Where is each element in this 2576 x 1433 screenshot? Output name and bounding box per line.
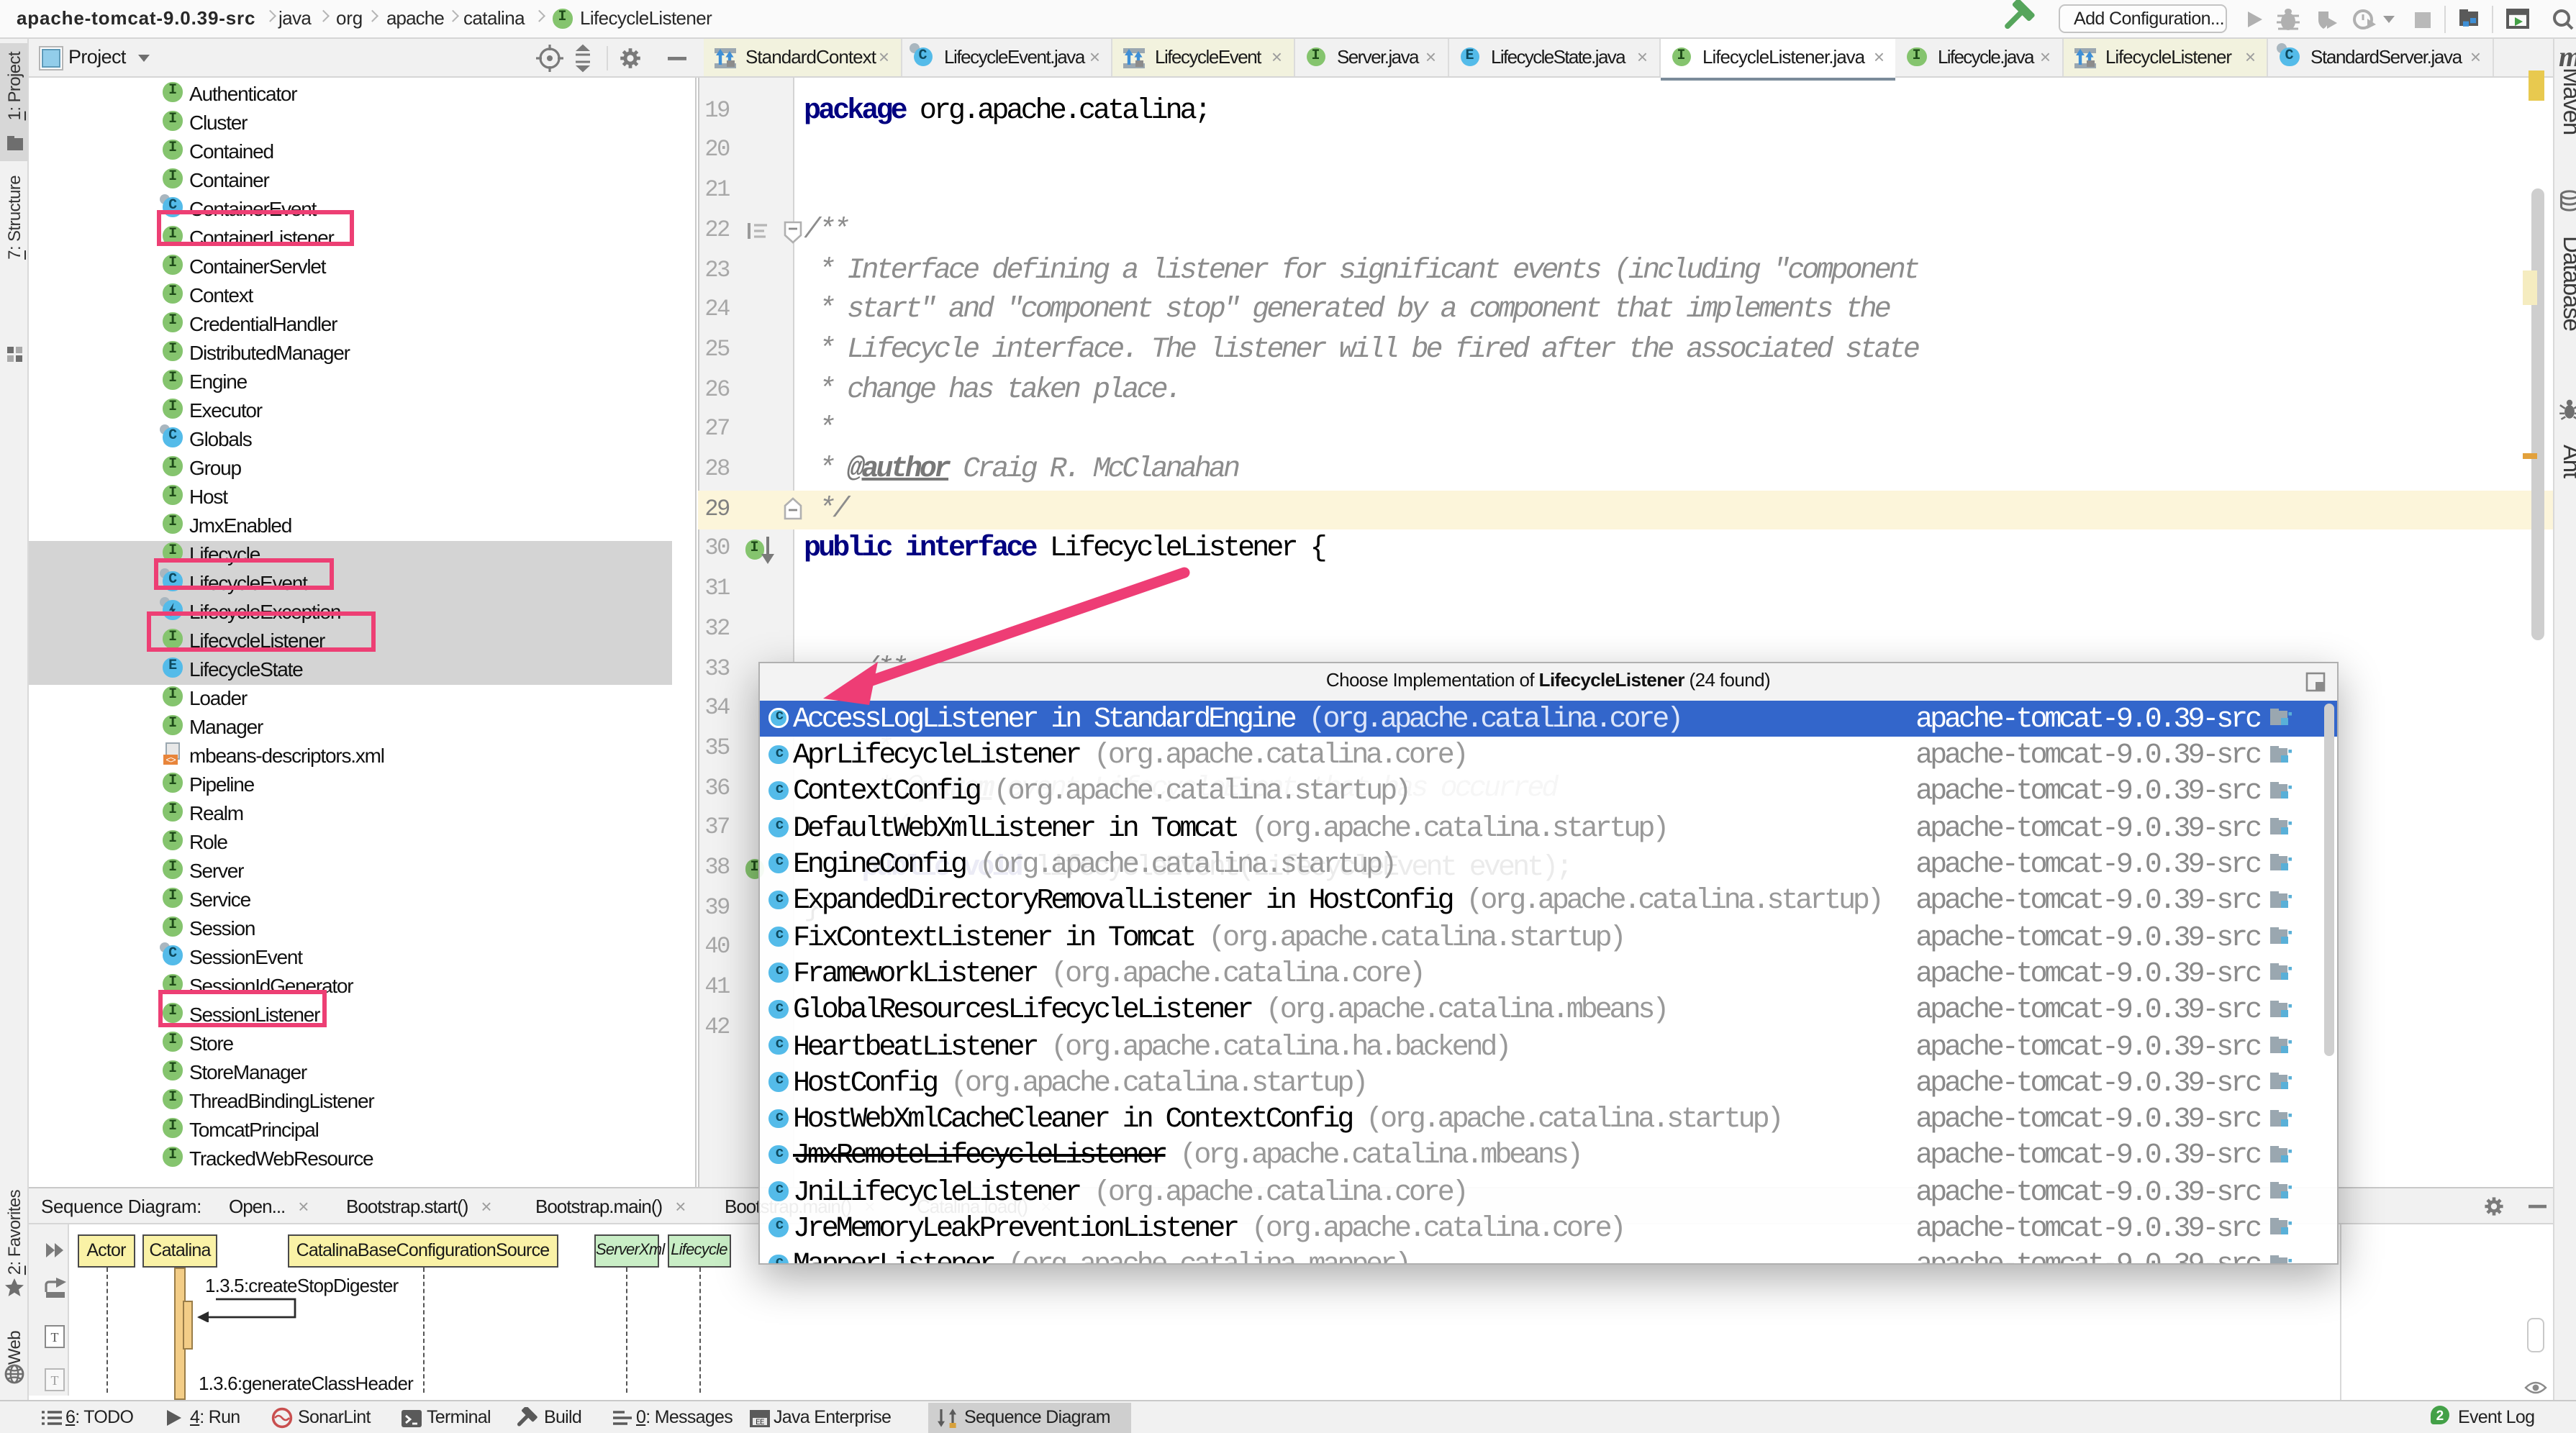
svg-text:T: T xyxy=(51,1330,59,1345)
svg-text:Add Configuration...: Add Configuration... xyxy=(2074,9,2224,29)
svg-text:T: T xyxy=(51,1373,59,1388)
svg-text:<>: <> xyxy=(165,755,176,765)
svg-text:EE: EE xyxy=(755,1418,764,1427)
